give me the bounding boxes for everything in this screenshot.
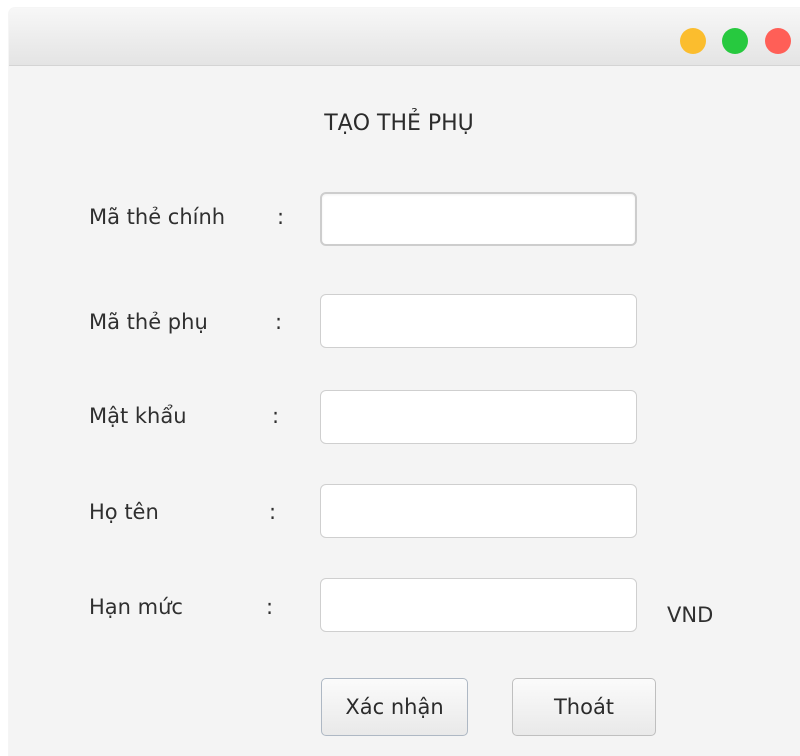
sub-card-id-colon: : [275,310,283,334]
maximize-window-button[interactable] [722,28,748,54]
sub-card-id-label: Mã thẻ phụ [89,310,208,334]
password-colon: : [272,404,280,428]
close-window-button[interactable] [765,28,791,54]
form-title: TẠO THẺ PHỤ [324,111,474,136]
app-window: TẠO THẺ PHỤ Mã thẻ chính : Mã thẻ phụ : … [9,8,800,756]
sub-card-id-input[interactable] [320,294,637,348]
full-name-colon: : [269,500,277,524]
main-card-id-input[interactable] [320,192,637,246]
confirm-button[interactable]: Xác nhận [321,678,468,736]
password-label: Mật khẩu [89,404,187,428]
title-bar [9,8,800,66]
password-input[interactable] [320,390,637,444]
limit-input[interactable] [320,578,637,632]
full-name-input[interactable] [320,484,637,538]
exit-button[interactable]: Thoát [512,678,656,736]
main-card-id-colon: : [277,205,285,229]
main-card-id-label: Mã thẻ chính [89,205,226,229]
full-name-label: Họ tên [89,500,159,524]
limit-label: Hạn mức [89,595,183,619]
minimize-window-button[interactable] [680,28,706,54]
currency-unit-label: VND [667,603,714,627]
limit-colon: : [266,595,274,619]
